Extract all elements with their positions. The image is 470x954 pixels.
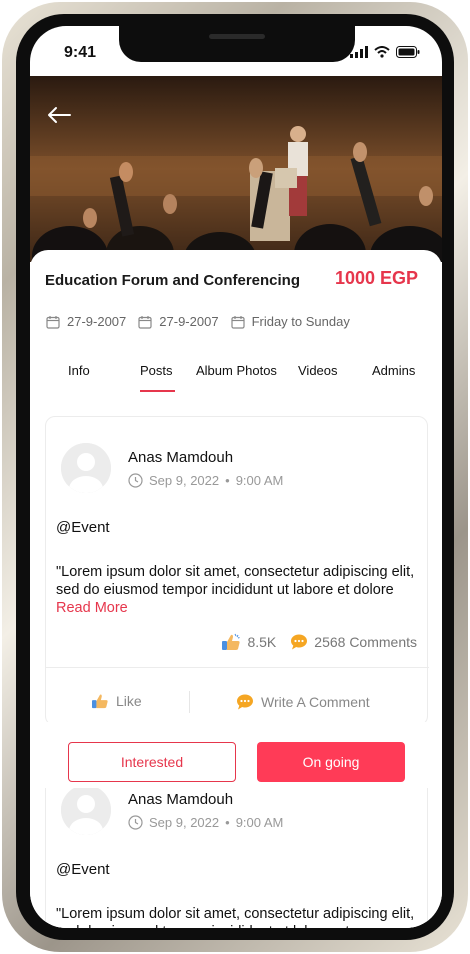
start-date: 27-9-2007 xyxy=(46,314,126,329)
back-arrow-icon[interactable] xyxy=(46,106,72,124)
post-date: Sep 9, 2022 xyxy=(149,815,220,830)
end-date: 27-9-2007 xyxy=(138,314,219,329)
wifi-icon xyxy=(374,46,390,58)
dot-separator: • xyxy=(225,473,230,488)
event-title: Education Forum and Conferencing xyxy=(45,272,301,289)
post-mention[interactable]: @Event xyxy=(56,519,110,536)
post-mention[interactable]: @Event xyxy=(56,861,110,878)
active-tab-indicator xyxy=(140,390,175,392)
ongoing-button[interactable]: On going xyxy=(257,742,405,782)
user-placeholder-icon xyxy=(61,785,111,835)
write-comment-label: Write A Comment xyxy=(261,694,370,710)
conference-photo xyxy=(30,76,442,262)
tab-info[interactable]: Info xyxy=(68,363,90,378)
post-author[interactable]: Anas Mamdouh xyxy=(128,449,233,466)
battery-icon xyxy=(396,46,420,58)
event-details-sheet: Education Forum and Conferencing 1000 EG… xyxy=(30,250,442,928)
post-text: "Lorem ipsum dolor sit amet, consectetur… xyxy=(56,906,415,928)
signal-icon xyxy=(350,46,368,58)
avatar[interactable] xyxy=(61,443,111,493)
event-action-bar: Interested On going xyxy=(30,722,442,788)
avatar[interactable] xyxy=(61,785,111,835)
post-stats: 8.5K 2568 Comments xyxy=(221,633,417,651)
write-comment-button[interactable]: Write A Comment xyxy=(236,693,370,711)
post-timestamp: Sep 9, 2022 • 9:00 AM xyxy=(128,473,283,488)
status-icons xyxy=(350,46,420,58)
post-body: "Lorem ipsum dolor sit amet, consectetur… xyxy=(56,563,416,617)
event-price: 1000 EGP xyxy=(334,268,418,288)
post-body: "Lorem ipsum dolor sit amet, consectetur… xyxy=(56,905,416,928)
comment-bubble-icon xyxy=(237,694,253,710)
action-divider xyxy=(189,691,190,713)
interested-button[interactable]: Interested xyxy=(68,742,236,782)
post-divider xyxy=(46,667,429,668)
speaker-grille xyxy=(209,34,265,39)
tab-posts[interactable]: Posts xyxy=(140,363,173,378)
event-tabs: Info Posts Album Photos Videos Admins xyxy=(30,363,442,393)
comments-count[interactable]: 2568 Comments xyxy=(290,633,417,651)
calendar-icon xyxy=(138,315,152,329)
tab-album-photos[interactable]: Album Photos xyxy=(196,363,277,378)
calendar-icon xyxy=(46,315,60,329)
start-date-text: 27-9-2007 xyxy=(67,314,127,329)
status-time: 9:41 xyxy=(64,44,97,61)
likes-count[interactable]: 8.5K xyxy=(221,633,276,651)
like-button-label: Like xyxy=(116,693,142,709)
phone-screen: 9:41 Education Forum and Conferencing 10… xyxy=(30,26,442,928)
tab-admins[interactable]: Admins xyxy=(372,363,415,378)
tab-videos[interactable]: Videos xyxy=(298,363,338,378)
clock-icon xyxy=(128,473,143,488)
comment-bubble-icon xyxy=(291,634,308,650)
end-date-text: 27-9-2007 xyxy=(159,314,219,329)
user-placeholder-icon xyxy=(61,443,111,493)
post-timestamp: Sep 9, 2022 • 9:00 AM xyxy=(128,815,283,830)
post-text: "Lorem ipsum dolor sit amet, consectetur… xyxy=(56,564,415,598)
comments-count-text: 2568 Comments xyxy=(314,634,417,650)
calendar-icon xyxy=(230,315,245,329)
clap-icon xyxy=(92,694,108,709)
dot-separator: • xyxy=(225,815,230,830)
post-card: Anas Mamdouh Sep 9, 2022 • 9:00 AM @Even… xyxy=(45,416,429,726)
read-more-link[interactable]: Read More xyxy=(56,600,128,616)
event-dates: 27-9-2007 27-9-2007 Friday to Sunday xyxy=(46,314,350,329)
event-cover-image xyxy=(30,76,442,262)
like-button[interactable]: Like xyxy=(91,693,142,709)
event-days: Friday to Sunday xyxy=(230,314,350,329)
post-time: 9:00 AM xyxy=(235,815,284,830)
clock-icon xyxy=(128,815,143,830)
phone-notch xyxy=(119,26,355,62)
post-author[interactable]: Anas Mamdouh xyxy=(128,791,233,808)
event-days-text: Friday to Sunday xyxy=(251,314,350,329)
post-time: 9:00 AM xyxy=(235,473,284,488)
post-date: Sep 9, 2022 xyxy=(149,473,220,488)
clap-icon xyxy=(222,633,241,650)
likes-count-text: 8.5K xyxy=(247,634,277,650)
